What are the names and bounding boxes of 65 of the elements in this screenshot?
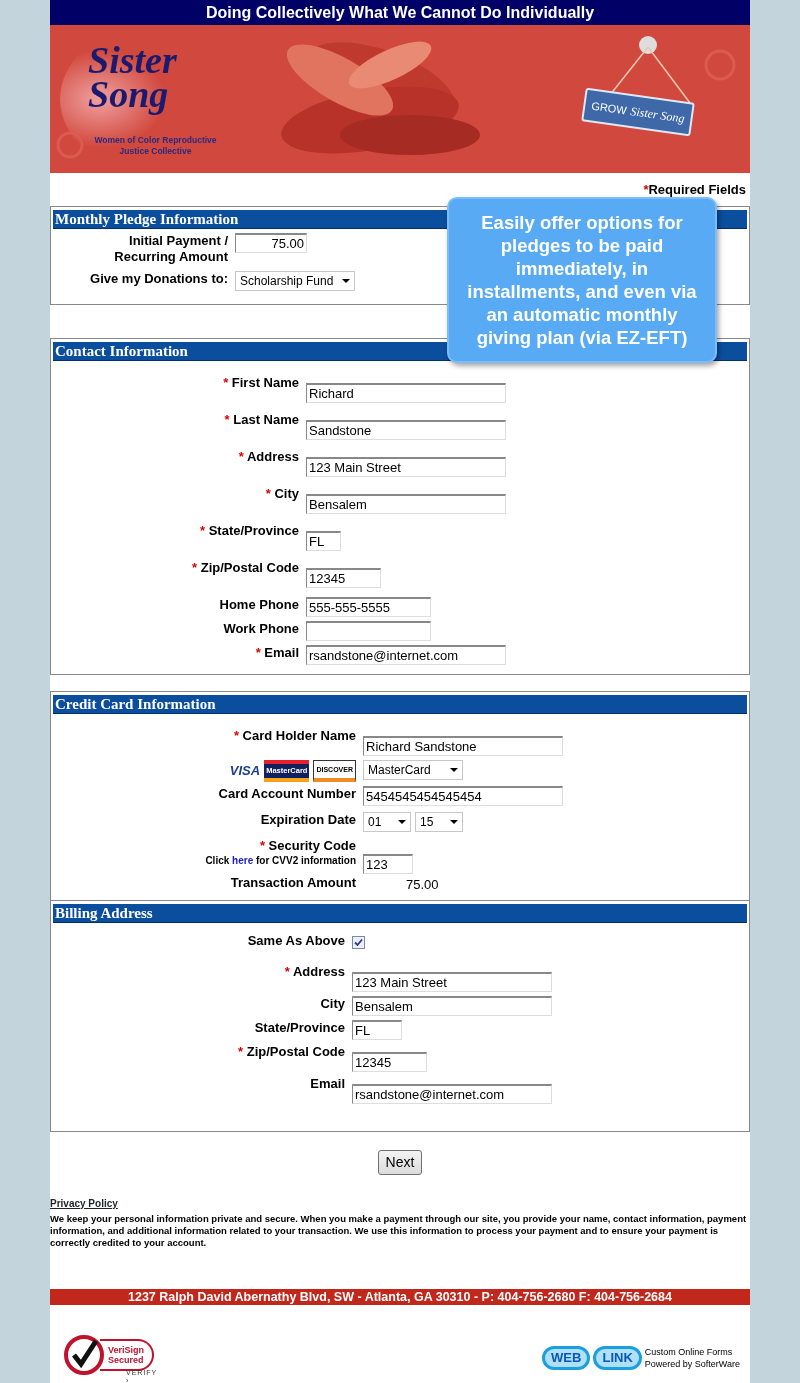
caret-icon [342, 279, 350, 283]
text-field[interactable]: 12345 [306, 568, 381, 588]
logo-tagline: Women of Color Reproductive Justice Collective [93, 135, 218, 157]
text-field[interactable]: 555-555-5555 [306, 597, 431, 617]
next-button[interactable]: Next [377, 1150, 423, 1175]
required-note: *Required Fields [642, 181, 747, 199]
field-label: Work Phone [222, 621, 299, 637]
text-field[interactable]: Sandstone [306, 420, 506, 440]
text-field[interactable]: Richard [306, 383, 506, 403]
field-label: Initial Payment / Recurring Amount [113, 233, 228, 265]
field-label: Email [309, 1076, 345, 1092]
field-label: * City [264, 486, 299, 502]
tagline-bar: Doing Collectively What We Cannot Do Individually [50, 0, 750, 25]
address-bar: 1237 Ralph David Abernathy Blvd, SW - Atlanta, GA 30310 - P: 404-756-2680 F: 404-756-2684 [50, 1288, 750, 1305]
field-label: Card Account Number [217, 786, 356, 802]
field-label: City [319, 996, 345, 1012]
callout-bubble: Easily offer options for pledges to be paid immediately, in installments, and even via an automatic monthly giving plan (via EZ-EFT) [447, 197, 717, 363]
field-label: * Address [237, 449, 299, 465]
field-label: * First Name [222, 375, 299, 391]
field-label: * Card Holder Name [232, 728, 356, 744]
field-label: * Email [254, 645, 299, 661]
privacy-policy-link[interactable]: Privacy Policy [50, 1198, 118, 1210]
field-label: State/Province [253, 1020, 345, 1036]
dropdown[interactable]: 01 [363, 812, 411, 832]
section-header: Billing Address [53, 904, 747, 923]
dropdown[interactable]: MasterCard [363, 760, 463, 780]
hint-text: for CVV2 information [254, 855, 356, 866]
field-label: Home Phone [218, 597, 299, 613]
privacy-text: We keep your personal information private and secure. When you make a payment through our site, you provide your name, contact information, payment information, and additional information related to your transaction. We use this information to process your payment and to ensure your payment is correctly credited to your account. [50, 1212, 748, 1249]
text-field[interactable] [306, 621, 431, 641]
checkbox[interactable] [352, 936, 365, 949]
field-label: Same As Above [246, 933, 345, 949]
field-label: * Zip/Postal Code [237, 1044, 345, 1060]
text-field[interactable]: 123 [363, 854, 413, 874]
dropdown[interactable]: Scholarship Fund [235, 271, 355, 291]
caret-icon [398, 820, 406, 824]
weblink-logo: WEB LINK Custom Online Forms Powered by SofterWare [542, 1345, 740, 1370]
text-field[interactable]: rsandstone@internet.com [352, 1084, 552, 1104]
field-label: * Zip/Postal Code [191, 560, 299, 576]
caret-icon [450, 820, 458, 824]
field-label: Transaction Amount [229, 875, 356, 891]
text-field[interactable]: FL [352, 1020, 402, 1040]
text-field[interactable]: 5454545454545454 [363, 786, 563, 806]
text-field[interactable]: 75.00 [235, 233, 307, 253]
text-field[interactable]: Richard Sandstone [363, 736, 563, 756]
text-field[interactable]: FL [306, 531, 341, 551]
text-field[interactable]: 123 Main Street [352, 972, 552, 992]
caret-icon [450, 768, 458, 772]
text-field[interactable]: rsandstone@internet.com [306, 645, 506, 665]
field-label: * Address [283, 964, 345, 980]
cvv-link[interactable]: here [232, 855, 254, 866]
amount-value: 75.00 [406, 877, 439, 892]
field-label: Expiration Date [259, 812, 356, 828]
text-field[interactable]: Bensalem [306, 494, 506, 514]
dropdown[interactable]: 15 [415, 812, 463, 832]
field-label: * State/Province [199, 523, 299, 539]
section-header: Credit Card Information [53, 695, 747, 714]
field-label: * Last Name [223, 412, 299, 428]
text-field[interactable]: 123 Main Street [306, 457, 506, 477]
text-field[interactable]: 12345 [352, 1052, 427, 1072]
card-logo: VISA [229, 763, 261, 779]
hint-text: Click [205, 855, 231, 866]
field-label: * Security Code [258, 838, 356, 854]
text-field[interactable]: Bensalem [352, 996, 552, 1016]
field-label: Give my Donations to: [89, 271, 228, 287]
